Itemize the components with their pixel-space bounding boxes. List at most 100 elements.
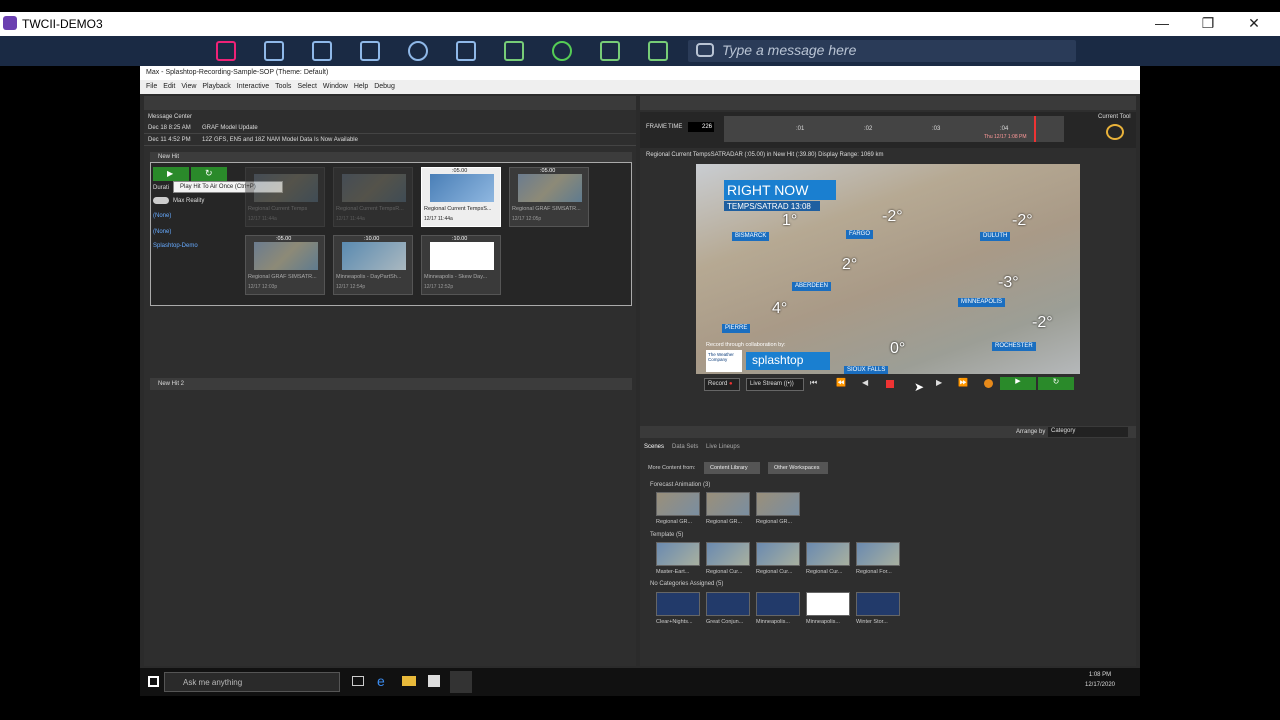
city-temp: -2° [882, 208, 903, 225]
loop-button[interactable]: ↻ [191, 167, 227, 181]
hit-header[interactable]: New Hit [150, 152, 632, 162]
search-box[interactable]: Ask me anything [164, 672, 340, 692]
store-icon[interactable] [428, 675, 440, 687]
tab-data-sets[interactable]: Data Sets [672, 444, 698, 450]
scene-thumb[interactable]: :10.00 Minneapolis - DayPartSh... 12/17 12… [333, 235, 413, 295]
timeline-track[interactable]: :01 :02 :03 :04 Thu 12/17 1:08 PM [724, 116, 1064, 142]
library-thumb[interactable] [656, 542, 700, 566]
view-icon[interactable] [408, 41, 428, 61]
screens-icon[interactable] [312, 41, 332, 61]
live-stream-button[interactable]: Live Stream ((•)) [746, 378, 804, 391]
scene-thumb[interactable]: :05.00 Regional Current TempsS... 12/17 11… [421, 167, 501, 227]
first-frame-icon[interactable]: ⏮ [810, 378, 824, 388]
close-icon[interactable]: ✕ [1244, 15, 1264, 32]
start-icon[interactable] [148, 676, 159, 687]
menu-item[interactable]: Tools [275, 83, 291, 90]
scene-thumb[interactable]: :05.00 Regional GRAF SIMSATR... 12/17 12:0… [509, 167, 589, 227]
library-thumb[interactable] [806, 542, 850, 566]
scene-thumb[interactable]: :05.00 Regional GRAF SIMSATR... 12/17 12:0… [245, 235, 325, 295]
tab-live-lineups[interactable]: Live Lineups [706, 444, 740, 450]
option-link[interactable]: Splashtop-Demo [153, 243, 198, 249]
stop-button[interactable] [886, 380, 894, 388]
settings-icon[interactable] [648, 41, 668, 61]
hit-panel: ▶ ↻ Play Hit To Air Once (Ctrl+P) Durati… [150, 162, 632, 306]
thumb-date: 12/17 11:44a [248, 216, 277, 222]
content-library-button[interactable]: Content Library [704, 462, 760, 474]
tab-scenes[interactable]: Scenes [644, 444, 664, 450]
library-thumb[interactable] [756, 492, 800, 516]
library-thumb[interactable] [656, 492, 700, 516]
playhead[interactable] [1034, 116, 1036, 142]
library-thumb[interactable] [756, 542, 800, 566]
category-header[interactable]: Template (5) [650, 532, 683, 538]
play-button[interactable]: ▶ [153, 167, 189, 181]
thumb-date: 12/17 11:44a [424, 216, 453, 222]
app-title: Max - Splashtop-Recording-Sample-SOP (Th… [140, 66, 1140, 80]
menu-item[interactable]: View [181, 83, 196, 90]
library-thumb-label: Regional GR... [756, 519, 793, 525]
menu-item[interactable]: File [146, 83, 157, 90]
menu-item[interactable]: Interactive [237, 83, 269, 90]
remote-icon[interactable] [504, 41, 524, 61]
record-icon[interactable] [552, 41, 572, 61]
option-link[interactable]: (None) [153, 229, 171, 235]
menu-item[interactable]: Help [354, 83, 368, 90]
library-thumb[interactable] [756, 592, 800, 616]
library-thumb-label: Master-Eart... [656, 569, 690, 575]
other-workspaces-button[interactable]: Other Workspaces [768, 462, 828, 474]
arrange-label: Arrange by [1016, 429, 1046, 435]
library-thumb[interactable] [706, 492, 750, 516]
menu-item[interactable]: Playback [202, 83, 230, 90]
left-toolbar [144, 96, 636, 110]
current-tool-icon[interactable] [1106, 124, 1124, 140]
file-transfer-icon[interactable] [264, 41, 284, 61]
category-header[interactable]: Forecast Animation (3) [650, 482, 710, 488]
frame-count[interactable]: 226 [688, 122, 714, 132]
fast-forward-icon[interactable]: ⏩ [958, 378, 972, 387]
disconnect-icon[interactable] [216, 41, 236, 61]
library-thumb[interactable] [806, 592, 850, 616]
folder-icon[interactable] [402, 676, 416, 686]
transfer-icon[interactable] [600, 41, 620, 61]
weather-map[interactable]: RIGHT NOW TEMPS/SATRAD 13:08 BISMARCK 1° F… [696, 164, 1080, 374]
stream-label: Live Stream [750, 381, 783, 387]
edge-icon[interactable]: e [377, 673, 385, 689]
step-forward-icon[interactable]: ▶ [936, 378, 950, 387]
option-link[interactable]: (None) [153, 213, 171, 219]
library-thumb[interactable] [706, 592, 750, 616]
menu-item[interactable]: Edit [163, 83, 175, 90]
task-view-icon[interactable] [352, 676, 364, 686]
step-back-icon[interactable]: ◀ [862, 378, 876, 387]
message-row[interactable]: Dec 18 8:25 AM GRAF Model Update [144, 122, 636, 134]
monitor-icon[interactable] [360, 41, 380, 61]
library-thumb[interactable] [856, 592, 900, 616]
library-thumb-label: Clear+Nights... [656, 619, 693, 625]
category-header[interactable]: No Categories Assigned (5) [650, 581, 723, 587]
loop-air-button[interactable]: ↻ [1038, 377, 1074, 390]
scene-thumb[interactable]: Regional Current TempsR... 12/17 11:44a [333, 167, 413, 227]
max-reality-toggle[interactable] [153, 197, 169, 204]
restore-icon[interactable]: ❐ [1198, 15, 1218, 32]
library-thumb-label: Regional Cur... [806, 569, 843, 575]
message-row[interactable]: Dec 11 4:52 PM 12Z GFS, EN5 and 18Z NAM … [144, 134, 636, 146]
app-taskbar-icon[interactable] [450, 671, 472, 693]
arrange-select[interactable]: Category [1048, 427, 1128, 437]
menu-item[interactable]: Select [297, 83, 316, 90]
hold-icon[interactable] [984, 379, 993, 388]
chat-input[interactable]: Type a message here [688, 40, 1076, 62]
minimize-icon[interactable]: — [1152, 15, 1172, 31]
library-thumb-label: Minneapolis... [756, 619, 790, 625]
record-button[interactable]: Record ● [704, 378, 740, 391]
menu-item[interactable]: Debug [374, 83, 395, 90]
library-thumb[interactable] [656, 592, 700, 616]
scene-thumb[interactable]: :10.00 Minneapolis - Skew Day... 12/17 12:… [421, 235, 501, 295]
hit2-header[interactable]: New Hit 2 [150, 378, 632, 390]
fullscreen-icon[interactable] [456, 41, 476, 61]
app-logo-icon [3, 16, 17, 30]
menu-item[interactable]: Window [323, 83, 348, 90]
play-air-button[interactable]: ▶ [1000, 377, 1036, 390]
library-thumb[interactable] [856, 542, 900, 566]
scene-thumb[interactable]: Regional Current Temps 12/17 11:44a [245, 167, 325, 227]
rewind-icon[interactable]: ⏪ [836, 378, 850, 387]
library-thumb[interactable] [706, 542, 750, 566]
